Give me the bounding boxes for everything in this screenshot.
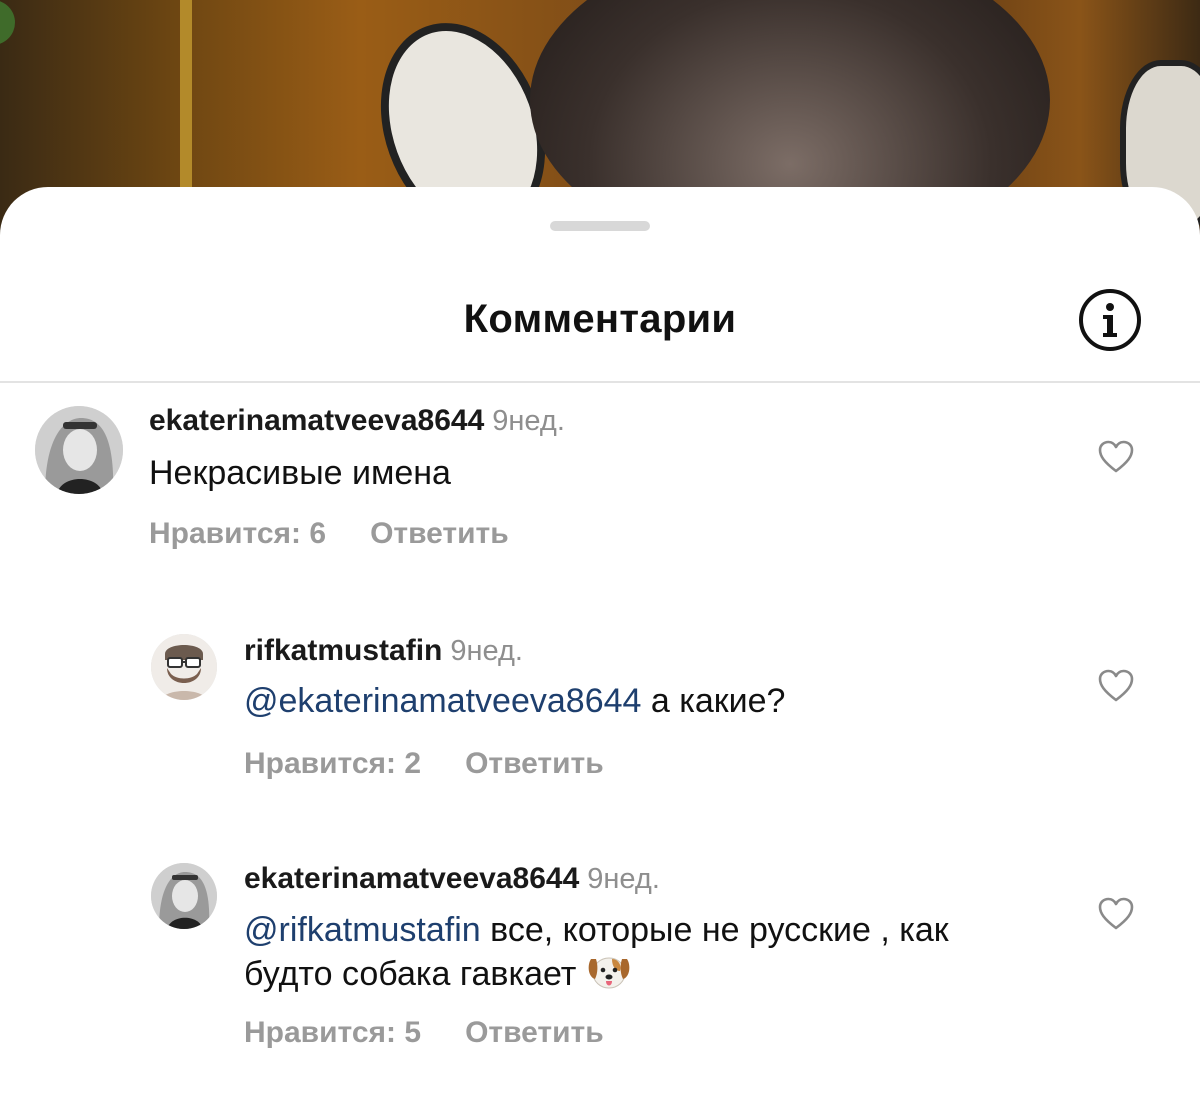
comment-text: @ekaterinamatveeva8644 а какие? <box>244 680 785 722</box>
comment-text: Некрасивые имена <box>149 452 451 494</box>
heart-icon[interactable] <box>1098 440 1134 474</box>
username[interactable]: ekaterinamatveeva8644 <box>149 404 484 437</box>
header-divider <box>0 381 1200 383</box>
timestamp: 9нед. <box>587 863 660 895</box>
comment-text-body: а какие? <box>641 682 786 720</box>
user-mention[interactable]: @rifkatmustafin <box>244 911 481 949</box>
info-icon[interactable] <box>1078 288 1142 352</box>
sheet-title: Комментарии <box>463 297 737 341</box>
heart-icon[interactable] <box>1098 897 1134 931</box>
reply-button[interactable]: Ответить <box>465 1016 604 1049</box>
heart-icon[interactable] <box>1098 669 1134 703</box>
plant-leaf <box>0 0 15 45</box>
comment-meta: ekaterinamatveeva8644 9нед. <box>149 404 565 438</box>
avatar[interactable] <box>151 634 217 700</box>
reply-button[interactable]: Ответить <box>465 747 604 780</box>
comment-meta: ekaterinamatveeva8644 9нед. <box>244 862 660 896</box>
comment-text-line: @rifkatmustafin все, которые не русские … <box>244 909 1074 951</box>
comment-text-body: Некрасивые имена <box>149 454 451 492</box>
user-mention[interactable]: @ekaterinamatveeva8644 <box>244 682 641 720</box>
avatar[interactable] <box>151 863 217 929</box>
sheet-grabber[interactable] <box>550 221 650 231</box>
dog-emoji-icon <box>588 957 630 989</box>
avatar[interactable] <box>35 406 123 494</box>
timestamp: 9нед. <box>492 405 565 437</box>
comment-meta: rifkatmustafin 9нед. <box>244 634 523 668</box>
likes-count[interactable]: Нравится: 6 <box>149 517 326 550</box>
username[interactable]: rifkatmustafin <box>244 634 442 667</box>
comment-text-body-cont: будто собака гавкает <box>244 955 586 993</box>
comment-text-line: будто собака гавкает <box>244 951 1074 995</box>
comment-actions: Нравится: 6 Ответить <box>149 517 509 551</box>
likes-count[interactable]: Нравится: 5 <box>244 1016 421 1049</box>
reply-button[interactable]: Ответить <box>370 517 509 550</box>
comment-text-body: все, которые не русские , как <box>480 911 949 949</box>
comment-actions: Нравится: 2 Ответить <box>244 747 604 781</box>
timestamp: 9нед. <box>450 635 523 667</box>
username[interactable]: ekaterinamatveeva8644 <box>244 862 579 895</box>
comment-text: @rifkatmustafin все, которые не русские … <box>244 909 1074 995</box>
likes-count[interactable]: Нравится: 2 <box>244 747 421 780</box>
comment-actions: Нравится: 5 Ответить <box>244 1016 604 1050</box>
